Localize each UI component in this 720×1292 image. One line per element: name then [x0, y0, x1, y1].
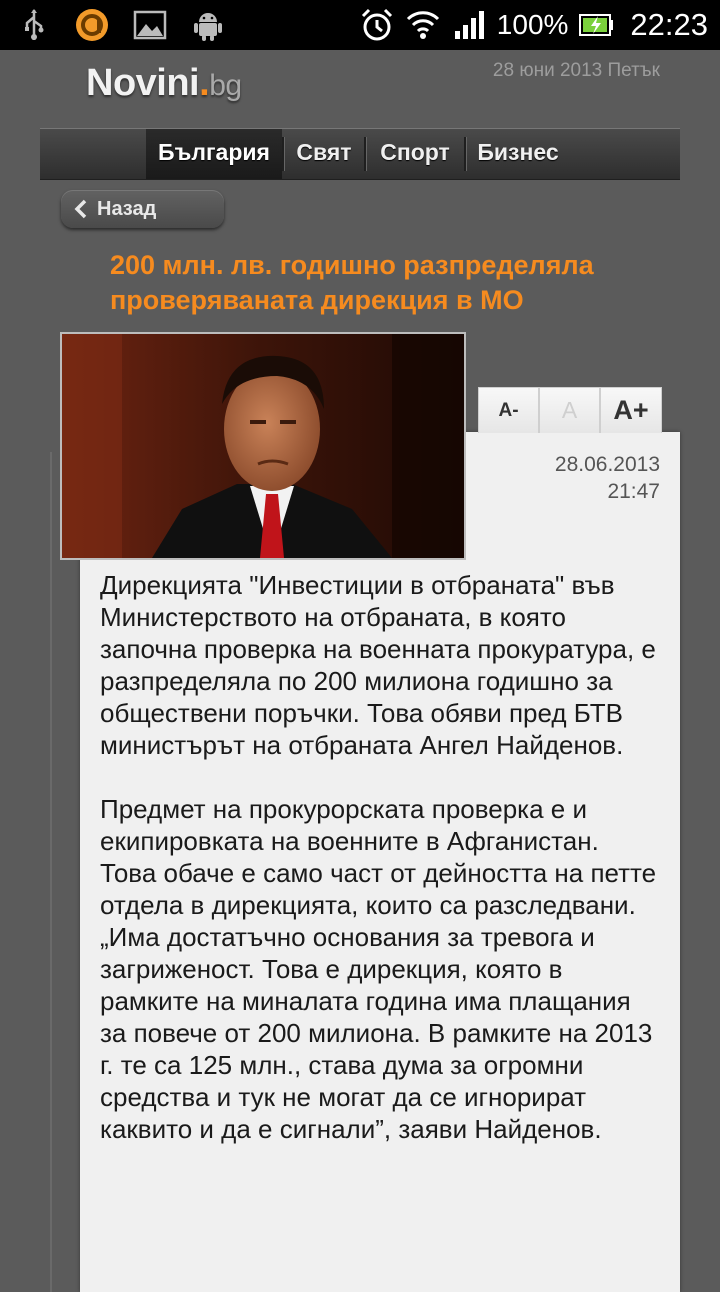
panel-edge-line: [50, 452, 52, 1292]
article-timestamp: 28.06.2013 21:47: [555, 451, 660, 505]
logo-tld: bg: [209, 69, 242, 102]
article-time: 21:47: [607, 480, 660, 503]
tab-world[interactable]: Свят: [286, 129, 362, 179]
current-date: 28 юни 2013 Петък: [492, 60, 660, 81]
nav-divider: [282, 137, 285, 171]
site-header: Novini.bg 28 юни 2013 Петък: [0, 50, 720, 128]
tab-business[interactable]: Бизнес: [468, 129, 568, 179]
logo-dot: .: [199, 62, 210, 104]
article-photo: [60, 332, 466, 560]
article-title: 200 млн. лв. годишно разпределяла провер…: [110, 250, 594, 315]
gallery-icon: [132, 7, 168, 43]
site-logo[interactable]: Novini.bg: [86, 62, 242, 105]
article-date: 28.06.2013: [554, 453, 660, 476]
nav-divider: [364, 137, 367, 171]
wifi-icon: [405, 7, 441, 43]
chevron-left-icon: [74, 199, 87, 219]
logo-main: Novini: [86, 62, 200, 104]
status-bar: 100% 22:23: [0, 0, 720, 50]
tab-sport[interactable]: Спорт: [368, 129, 462, 179]
article-body: Дирекцията "Инвестиции в отбраната" във …: [100, 569, 660, 1177]
usb-icon: [16, 7, 52, 43]
app-icon: [74, 7, 110, 43]
tab-bulgaria[interactable]: България: [146, 129, 282, 179]
font-normal-button[interactable]: A: [539, 387, 600, 433]
battery-percent: 100%: [496, 9, 569, 40]
font-size-controls: A- A A+: [478, 387, 662, 433]
battery-icon: [578, 7, 614, 43]
back-button[interactable]: Назад: [61, 190, 224, 228]
signal-icon: [451, 7, 487, 43]
font-decrease-button[interactable]: A-: [478, 387, 539, 433]
nav-divider: [464, 137, 467, 171]
font-increase-button[interactable]: A+: [600, 387, 662, 433]
article-paragraph: Дирекцията "Инвестиции в отбраната" във …: [100, 570, 656, 760]
category-nav: България Свят Спорт Бизнес: [40, 128, 680, 180]
back-button-label: Назад: [97, 197, 157, 220]
alarm-icon: [359, 7, 395, 43]
android-icon: [190, 7, 226, 43]
clock: 22:23: [630, 7, 708, 42]
article-paragraph: Предмет на прокурорската проверка е и ек…: [100, 794, 657, 1144]
